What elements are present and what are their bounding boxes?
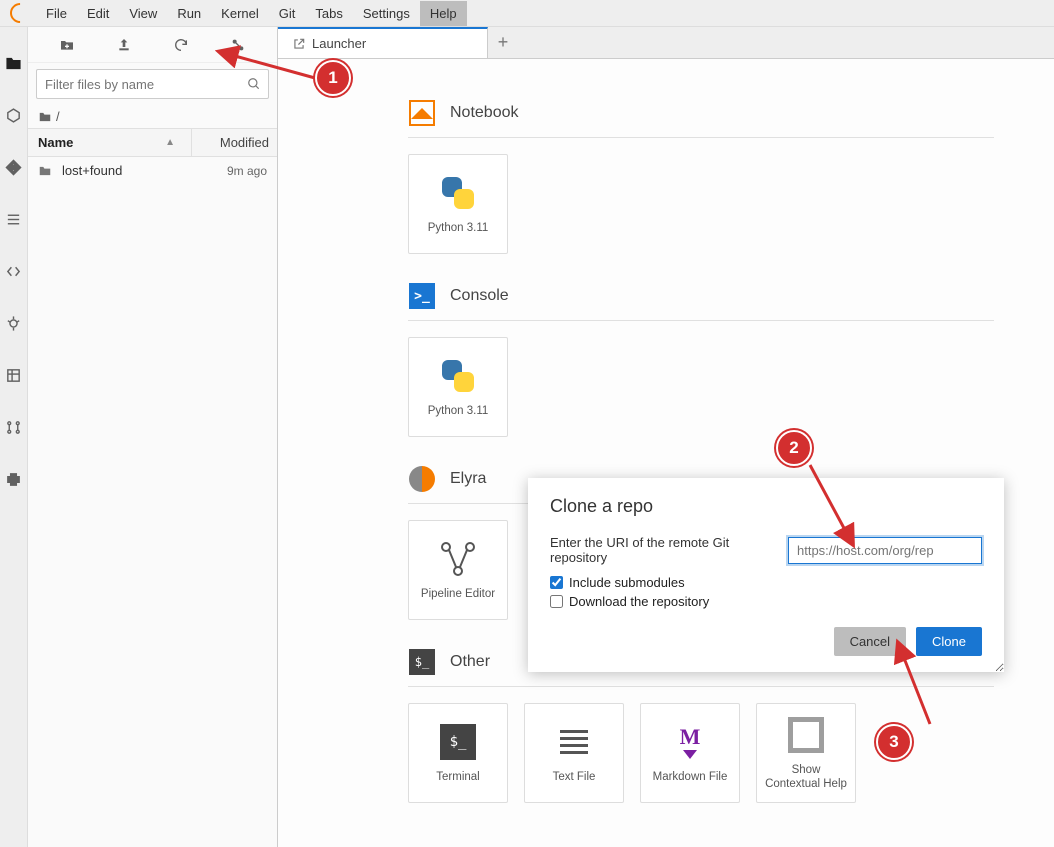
card-label: Markdown File: [653, 771, 728, 785]
textfile-icon: [556, 724, 592, 760]
launcher-card-row: Python 3.11: [408, 337, 994, 437]
folder-icon[interactable]: [2, 51, 26, 75]
section-title: Console: [450, 287, 509, 305]
launcher-card-python[interactable]: Python 3.11: [408, 154, 508, 254]
column-modified-label: Modified: [220, 135, 269, 150]
launcher-card-help[interactable]: Show Contextual Help: [756, 703, 856, 803]
file-modified: 9m ago: [227, 164, 267, 178]
new-folder-icon[interactable]: [55, 33, 79, 57]
puzzle-icon[interactable]: [2, 467, 26, 491]
launcher-section-header: >_ Console: [408, 282, 994, 321]
callout-3-number: 3: [889, 732, 898, 752]
python-icon: [438, 173, 478, 213]
jupyter-logo-icon: [6, 0, 34, 27]
other-section-icon: $_: [409, 649, 435, 675]
debug-icon[interactable]: [2, 311, 26, 335]
menubar: FileEditViewRunKernelGitTabsSettingsHelp: [0, 0, 1054, 27]
menu-settings[interactable]: Settings: [353, 1, 420, 26]
plus-icon: +: [498, 32, 509, 53]
folder-icon: [38, 110, 52, 124]
console-section-icon: >_: [409, 283, 435, 309]
launcher-card-row: Python 3.11: [408, 154, 994, 254]
sort-ascending-icon: ▲: [165, 137, 175, 148]
list-icon[interactable]: [2, 207, 26, 231]
menu-help[interactable]: Help: [420, 1, 467, 26]
callout-2-number: 2: [789, 438, 798, 458]
launcher-card-markdown[interactable]: M Markdown File: [640, 703, 740, 803]
section-title: Other: [450, 653, 490, 671]
git-icon[interactable]: [2, 155, 26, 179]
file-name: lost+found: [62, 163, 227, 178]
activity-bar: [0, 27, 28, 847]
launcher-section-header: Notebook: [408, 99, 994, 138]
new-tab-button[interactable]: +: [488, 27, 518, 58]
download-label: Download the repository: [569, 594, 709, 609]
card-label: Text File: [553, 771, 596, 785]
arrow-annotation-1: [225, 52, 323, 90]
card-label: Python 3.11: [428, 405, 489, 419]
callout-2: 2: [776, 430, 812, 466]
launcher-card-textfile[interactable]: Text File: [524, 703, 624, 803]
card-label: Python 3.11: [428, 222, 489, 236]
upload-icon[interactable]: [112, 33, 136, 57]
help-icon: [788, 717, 824, 753]
clone-repo-dialog: Clone a repo Enter the URI of the remote…: [528, 478, 1004, 672]
callout-3: 3: [876, 724, 912, 760]
arrow-annotation-2: [805, 460, 855, 540]
uri-label: Enter the URI of the remote Git reposito…: [550, 535, 784, 565]
file-browser-sidebar: / Name ▲ Modified lost+found9m ago: [28, 27, 278, 847]
menu-tabs[interactable]: Tabs: [305, 1, 352, 26]
filter-files-input[interactable]: [37, 77, 240, 92]
tab-label: Launcher: [312, 36, 366, 51]
menu-git[interactable]: Git: [269, 1, 306, 26]
launcher-card-python[interactable]: Python 3.11: [408, 337, 508, 437]
column-name-header[interactable]: Name ▲: [28, 129, 192, 156]
uri-input[interactable]: [788, 537, 982, 564]
markdown-icon: M: [672, 724, 708, 760]
menu-run[interactable]: Run: [167, 1, 211, 26]
column-name-label: Name: [38, 135, 73, 150]
menu-edit[interactable]: Edit: [77, 1, 119, 26]
callout-1-number: 1: [328, 68, 337, 88]
download-checkbox[interactable]: [550, 595, 563, 608]
submodules-label: Include submodules: [569, 575, 685, 590]
folder-icon: [38, 164, 56, 178]
section-title: Notebook: [450, 104, 519, 122]
section-title: Elyra: [450, 470, 486, 488]
menu-file[interactable]: File: [36, 1, 77, 26]
python-icon: [438, 356, 478, 396]
arrow-annotation-3: [900, 650, 950, 730]
code-icon[interactable]: [2, 259, 26, 283]
elyra-section-icon: [409, 466, 435, 492]
cancel-button[interactable]: Cancel: [834, 627, 906, 656]
menu-view[interactable]: View: [119, 1, 167, 26]
breadcrumb[interactable]: /: [28, 105, 277, 128]
dialog-title: Clone a repo: [550, 496, 982, 517]
terminal-icon: $_: [440, 724, 476, 760]
notebook-section-icon: [409, 100, 435, 126]
callout-1: 1: [315, 60, 351, 96]
table-icon[interactable]: [2, 363, 26, 387]
launch-icon: [292, 37, 306, 51]
card-label: Show Contextual Help: [763, 764, 849, 792]
hexagon-icon[interactable]: [2, 103, 26, 127]
menu-kernel[interactable]: Kernel: [211, 1, 269, 26]
file-row[interactable]: lost+found9m ago: [28, 157, 277, 184]
column-modified-header[interactable]: Modified: [192, 129, 277, 156]
breadcrumb-path: /: [56, 109, 60, 124]
launcher-card-terminal[interactable]: $_ Terminal: [408, 703, 508, 803]
card-label: Terminal: [436, 771, 479, 785]
tab-bar: Launcher +: [278, 27, 1054, 59]
component-icon[interactable]: [2, 415, 26, 439]
pipeline-icon: [438, 539, 478, 579]
file-list-header: Name ▲ Modified: [28, 128, 277, 157]
refresh-icon[interactable]: [169, 33, 193, 57]
submodules-checkbox[interactable]: [550, 576, 563, 589]
launcher-card-pipeline[interactable]: Pipeline Editor: [408, 520, 508, 620]
card-label: Pipeline Editor: [421, 588, 495, 602]
